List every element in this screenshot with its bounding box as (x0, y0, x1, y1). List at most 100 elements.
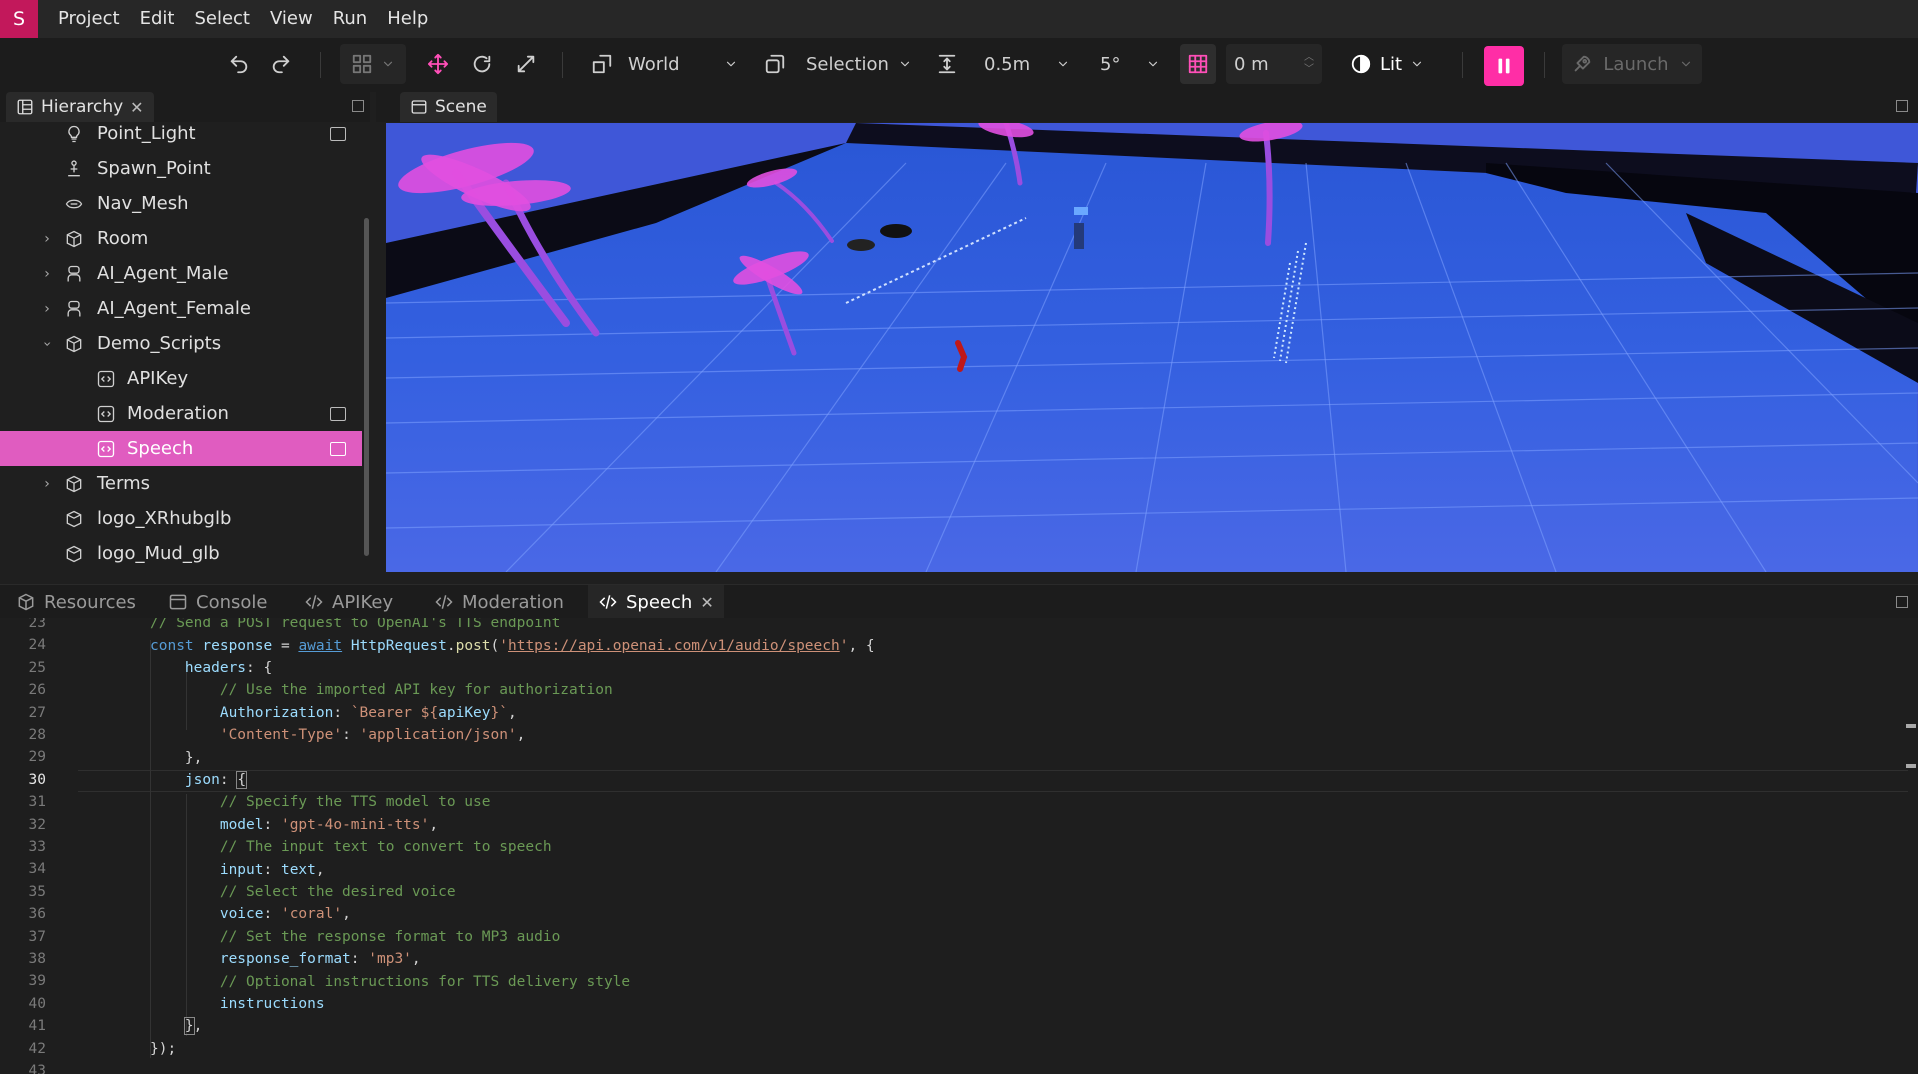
code-line: }, (183, 1017, 203, 1036)
stepper-icon[interactable]: ︿ ﹀ (1304, 52, 1314, 76)
chevron-right-icon[interactable]: › (40, 266, 54, 282)
line-number: 28 (28, 727, 46, 743)
prefab-badge-icon (330, 126, 346, 141)
scene-viewport[interactable] (386, 123, 1918, 572)
layout-dropdown[interactable] (340, 44, 406, 84)
tab-speech[interactable]: Speech ✕ (588, 585, 724, 619)
snap-distance-toggle[interactable] (934, 44, 960, 84)
rotate-tool-button[interactable] (468, 44, 496, 84)
chevron-down-icon (383, 61, 393, 67)
maximize-icon[interactable] (1896, 596, 1908, 608)
launch-button[interactable]: Launch (1562, 44, 1702, 84)
tab-console[interactable]: Console (158, 585, 277, 619)
line-number: 23 (28, 618, 46, 631)
menu-select[interactable]: Select (184, 0, 260, 38)
current-line-highlight (78, 770, 1908, 793)
tab-apikey[interactable]: APIKey (294, 585, 403, 619)
line-number: 40 (28, 995, 46, 1012)
menu-help[interactable]: Help (377, 0, 438, 38)
chevron-right-icon[interactable]: › (40, 231, 54, 247)
menu-run[interactable]: Run (323, 0, 378, 38)
tree-item-ai-agent-female[interactable]: › AI_Agent_Female (0, 291, 362, 326)
scene-render (386, 123, 1918, 572)
menu-bar: S Project Edit Select View Run Help (0, 0, 1918, 38)
tree-item-point-light[interactable]: Point_Light (0, 122, 362, 151)
maximize-icon[interactable] (352, 100, 364, 112)
prefab-badge-icon (330, 441, 346, 456)
code-line: Authorization: `Bearer ${apiKey}`, (219, 704, 517, 721)
script-icon (96, 369, 116, 389)
tab-moderation[interactable]: Moderation (424, 585, 574, 619)
chevron-down-icon (726, 61, 736, 67)
code-line: instructions (219, 995, 325, 1012)
line-number: 31 (28, 794, 46, 811)
code-line: 'Content-Type': 'application/json', (219, 727, 526, 744)
snap-angle-dropdown[interactable]: 5° (1100, 44, 1160, 84)
undo-button[interactable] (226, 44, 252, 84)
hierarchy-scrollbar[interactable] (364, 218, 369, 556)
space-label: World (628, 53, 680, 75)
pivot-toggle-button[interactable] (762, 44, 788, 84)
grid-layout-icon (352, 54, 372, 74)
grid-toggle-button[interactable] (1180, 44, 1216, 84)
bottom-tabbar: Resources Console APIKey Moderation Spee… (0, 584, 1918, 619)
code-icon (435, 595, 453, 609)
tree-item-logo-xrhubglb[interactable]: logo_XRhubglb (0, 501, 362, 536)
minimap-marker (1906, 764, 1916, 768)
code-line: response_format: 'mp3', (219, 951, 421, 968)
pivot-dropdown[interactable]: Selection (806, 44, 912, 84)
code-line: // Send a POST request to OpenAI's TTS e… (150, 618, 561, 631)
chevron-down-icon[interactable]: › (39, 337, 55, 351)
tree-item-room[interactable]: › Room (0, 221, 362, 256)
tree-item-speech[interactable]: Speech (0, 431, 362, 466)
script-icon (96, 439, 116, 459)
code-line: // Specify the TTS model to use (219, 794, 491, 811)
code-line: voice: 'coral', (219, 906, 351, 923)
move-tool-button[interactable] (424, 44, 452, 84)
code-icon (305, 595, 323, 609)
tree-item-spawn-point[interactable]: Spawn_Point (0, 151, 362, 186)
tree-item-moderation[interactable]: Moderation (0, 396, 362, 431)
chevron-right-icon[interactable]: › (40, 301, 54, 317)
tab-scene[interactable]: Scene (400, 92, 497, 122)
chevron-right-icon[interactable]: › (40, 476, 54, 492)
grid-icon (1188, 54, 1208, 74)
grid-offset-field[interactable]: 0 m ︿ ﹀ (1226, 44, 1322, 84)
maximize-icon[interactable] (1896, 100, 1908, 112)
line-number: 43 (28, 1063, 46, 1074)
menu-project[interactable]: Project (48, 0, 130, 38)
pause-button[interactable] (1484, 46, 1524, 86)
shading-dropdown[interactable]: Lit (1350, 44, 1424, 84)
window-icon (411, 100, 427, 114)
tab-resources[interactable]: Resources (6, 585, 146, 619)
code-line: const response = await HttpRequest.post(… (150, 637, 875, 654)
redo-button[interactable] (268, 44, 294, 84)
space-dropdown[interactable]: World (628, 44, 738, 84)
spawn-icon (64, 159, 84, 179)
menu-view[interactable]: View (260, 0, 323, 38)
script-icon (96, 404, 116, 424)
pause-icon (1498, 58, 1510, 74)
space-toggle-button[interactable] (588, 44, 616, 84)
hierarchy-tabbar: Hierarchy ✕ (0, 92, 370, 122)
menu-edit[interactable]: Edit (130, 0, 185, 38)
scale-tool-button[interactable] (512, 44, 540, 84)
close-icon[interactable]: ✕ (130, 98, 143, 117)
tree-item-nav-mesh[interactable]: Nav_Mesh (0, 186, 362, 221)
tab-hierarchy[interactable]: Hierarchy ✕ (6, 92, 154, 122)
transform-space-icon (592, 54, 612, 74)
chevron-down-icon (1681, 61, 1690, 67)
tree-item-ai-agent-male[interactable]: › AI_Agent_Male (0, 256, 362, 291)
tree-item-demo-scripts[interactable]: › Demo_Scripts (0, 326, 362, 361)
code-line: input: text, (219, 861, 325, 878)
rocket-icon (1575, 55, 1591, 72)
tree-item-terms[interactable]: › Terms (0, 466, 362, 501)
code-editor[interactable]: 23 24 25 26 27 28 29 30 31 32 33 34 35 36 37 38 39 40 41 42… (0, 618, 1918, 1074)
tree-item-logo-mud-glb[interactable]: logo_Mud_glb (0, 536, 362, 570)
app-logo[interactable]: S (0, 0, 38, 38)
code-line: // Select the desired voice (219, 883, 456, 900)
close-icon[interactable]: ✕ (700, 593, 713, 612)
snap-distance-dropdown[interactable]: 0.5m (984, 44, 1070, 84)
tree-item-apikey[interactable]: APIKey (0, 361, 362, 396)
code-line: // Optional instructions for TTS deliver… (219, 973, 631, 990)
